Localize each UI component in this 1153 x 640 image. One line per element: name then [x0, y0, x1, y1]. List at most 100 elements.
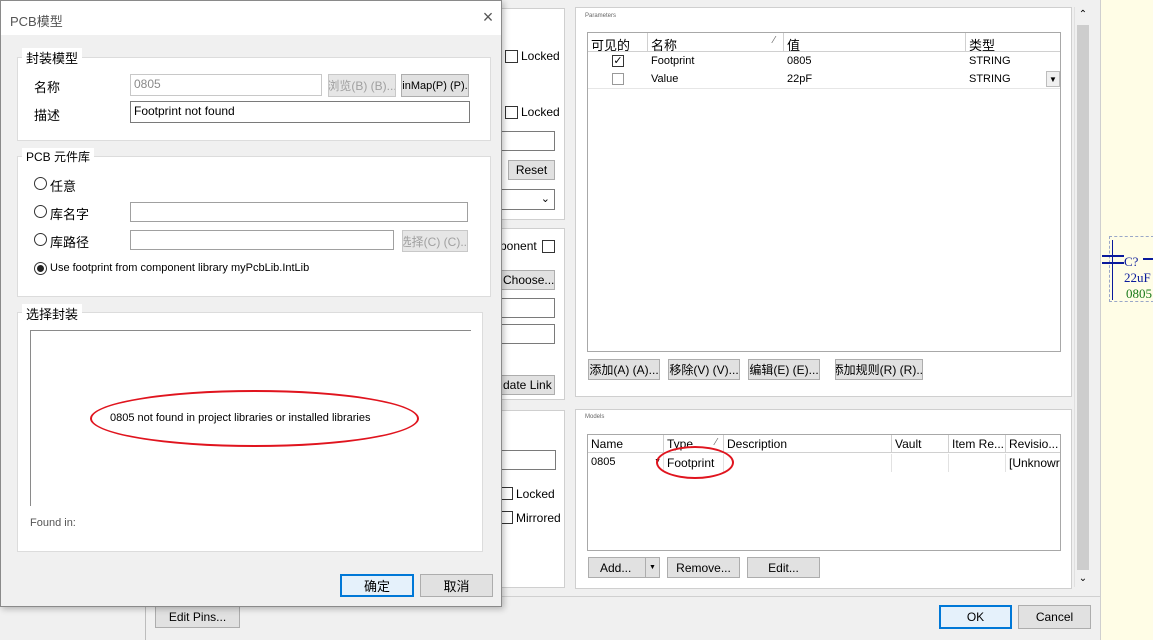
- footprint-model-group: [17, 57, 491, 141]
- library-path-field[interactable]: [130, 230, 394, 250]
- chevron-down-icon: ⌄: [540, 193, 550, 205]
- locked-checkbox-1[interactable]: [505, 50, 518, 63]
- pcb-dialog-titlebar[interactable]: [1, 1, 501, 35]
- reset-button[interactable]: Reset: [508, 160, 555, 180]
- remove-parameter-button[interactable]: 移除(V) (V)...: [668, 359, 740, 380]
- param-value: 0805: [787, 55, 812, 67]
- col-model-vault[interactable]: Vault: [892, 435, 949, 452]
- pcb-cancel-button[interactable]: 取消: [420, 574, 493, 597]
- param-value: 22pF: [787, 73, 813, 85]
- scrollbar-thumb[interactable]: [1077, 25, 1089, 570]
- pcb-library-group: [17, 156, 491, 297]
- pcb-library-group-title: PCB 元件库: [22, 148, 95, 165]
- col-model-description[interactable]: Description: [724, 435, 892, 452]
- schematic-footprint: 0805: [1126, 286, 1152, 301]
- edit-pins-button[interactable]: Edit Pins...: [155, 605, 240, 628]
- component-checkbox-label: ponent: [500, 239, 537, 253]
- add-parameter-button[interactable]: 添加(A) (A)...: [588, 359, 660, 380]
- update-link-button[interactable]: date Link: [500, 375, 555, 395]
- col-name-label: 名称: [651, 38, 678, 51]
- model-vault: [892, 454, 949, 472]
- type-dropdown-button[interactable]: ▼: [1046, 71, 1060, 87]
- capacitor-line-right: [1143, 258, 1153, 260]
- model-name: 0805: [591, 456, 616, 468]
- col-model-item-rev[interactable]: Item Re...: [949, 435, 1006, 452]
- radio-use-component-library-label: Use footprint from component library myP…: [50, 262, 310, 274]
- col-type[interactable]: 类型: [966, 33, 1060, 51]
- locked-label-2: Locked: [521, 105, 560, 119]
- param-name: Footprint: [651, 55, 695, 67]
- sort-icon: ⁄: [715, 437, 717, 448]
- edit-model-button[interactable]: Edit...: [747, 557, 820, 578]
- browse-button[interactable]: 浏览(B) (B)...: [328, 74, 396, 97]
- visible-checkbox-unchecked[interactable]: [612, 73, 624, 85]
- visible-cell: ✓: [588, 53, 648, 71]
- col-value[interactable]: 值: [784, 33, 966, 51]
- pcb-dialog-title: PCB模型: [10, 14, 63, 29]
- schematic-value: 22uF: [1124, 270, 1151, 285]
- description-field[interactable]: Footprint not found: [130, 101, 470, 123]
- schematic-sheet: C? 22uF 0805: [1100, 0, 1153, 640]
- col-model-revision[interactable]: Revisio...: [1006, 435, 1060, 452]
- add-rule-button[interactable]: 添加规则(R) (R)...: [835, 359, 923, 380]
- parameters-grid: 可见的 名称 ⁄ 值 类型 ✓ Footprint 0805 STRING Va…: [587, 32, 1061, 352]
- model-name-cell: 0805 ▼: [588, 454, 664, 472]
- vertical-scrollbar[interactable]: ⌃ ⌄: [1074, 7, 1090, 587]
- behind-input-1[interactable]: [500, 131, 555, 151]
- choose-button[interactable]: Choose...: [500, 270, 555, 290]
- locked-checkbox-2[interactable]: [505, 106, 518, 119]
- name-field[interactable]: 0805: [130, 74, 322, 96]
- add-model-label: Add...: [600, 560, 632, 575]
- mirrored-label: Mirrored: [516, 511, 561, 525]
- radio-library-name[interactable]: [34, 205, 47, 218]
- component-checkbox[interactable]: [542, 240, 555, 253]
- scroll-down-icon[interactable]: ⌄: [1075, 571, 1091, 587]
- sort-icon: ⁄: [773, 35, 775, 46]
- visible-checkbox-checked[interactable]: ✓: [612, 55, 624, 67]
- capacitor-plate-top: [1102, 255, 1124, 257]
- locked-label-3: Locked: [516, 487, 555, 501]
- parameter-row-footprint[interactable]: ✓ Footprint 0805 STRING: [588, 53, 1060, 71]
- model-item-rev: [949, 454, 1006, 472]
- remove-model-button[interactable]: Remove...: [667, 557, 740, 578]
- capacitor-plate-bottom: [1102, 262, 1124, 264]
- add-model-button[interactable]: Add... ▼: [588, 557, 660, 578]
- capacitor-lead: [1112, 240, 1113, 300]
- pin-map-button[interactable]: inMap(P) (P).: [401, 74, 469, 97]
- highlight-ellipse-footprint-type: [656, 446, 734, 479]
- behind-dropdown[interactable]: ⌄: [500, 189, 555, 210]
- param-type: STRING: [969, 55, 1011, 67]
- models-grid-header: Name Type ⁄ Description Vault Item Re...…: [588, 435, 1060, 453]
- parameter-row-value[interactable]: Value 22pF STRING ▼: [588, 71, 1060, 89]
- radio-use-component-library[interactable]: [34, 262, 47, 275]
- pcb-ok-button[interactable]: 确定: [340, 574, 414, 597]
- radio-library-name-label: 库名字: [50, 207, 90, 222]
- close-icon[interactable]: ×: [476, 6, 500, 28]
- col-visible[interactable]: 可见的: [588, 33, 648, 51]
- edit-parameter-button[interactable]: 编辑(E) (E)...: [748, 359, 820, 380]
- library-name-field[interactable]: [130, 202, 468, 222]
- scroll-up-icon[interactable]: ⌃: [1075, 7, 1091, 23]
- radio-library-path[interactable]: [34, 233, 47, 246]
- behind-input-3[interactable]: [500, 324, 555, 344]
- footprint-model-group-title: 封装模型: [22, 48, 83, 67]
- col-model-name[interactable]: Name: [588, 435, 664, 452]
- add-model-dropdown-icon[interactable]: ▼: [645, 558, 659, 577]
- select-library-button[interactable]: 选择(C) (C)...: [402, 230, 468, 252]
- models-grid: Name Type ⁄ Description Vault Item Re...…: [587, 434, 1061, 551]
- visible-cell: [588, 71, 648, 88]
- param-name: Value: [651, 73, 679, 85]
- description-label: 描述: [34, 108, 61, 123]
- found-in-label: Found in:: [30, 517, 76, 529]
- properties-cancel-button[interactable]: Cancel: [1018, 605, 1091, 629]
- radio-library-path-label: 库路径: [50, 235, 90, 250]
- radio-any-label: 任意: [50, 179, 77, 194]
- name-label: 名称: [34, 80, 61, 95]
- properties-ok-button[interactable]: OK: [939, 605, 1012, 629]
- behind-input-4[interactable]: [500, 450, 556, 470]
- parameters-grid-header: 可见的 名称 ⁄ 值 类型: [588, 33, 1060, 52]
- model-description: [724, 454, 892, 472]
- behind-input-2[interactable]: [500, 298, 555, 318]
- col-name[interactable]: 名称 ⁄: [648, 33, 784, 51]
- radio-any[interactable]: [34, 177, 47, 190]
